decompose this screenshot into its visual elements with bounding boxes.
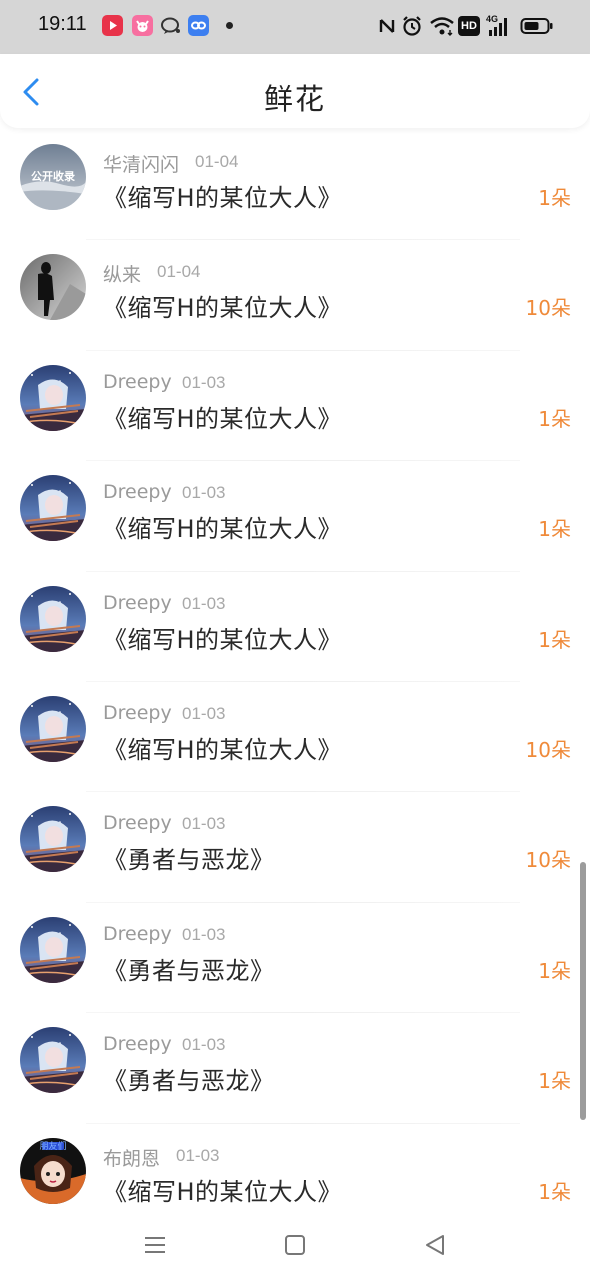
back-triangle-icon[interactable] <box>422 1232 448 1258</box>
avatar[interactable] <box>20 475 86 542</box>
list-item[interactable]: Dreepy 01-03 《缩写H的某位大人》 1朵 <box>0 572 590 683</box>
work-title[interactable]: 《缩写H的某位大人》 <box>103 178 342 213</box>
avatar[interactable] <box>20 806 86 873</box>
system-nav-bar <box>0 1212 590 1280</box>
nfc-icon <box>378 14 396 38</box>
flower-count: 1朵 <box>538 1069 571 1094</box>
work-title[interactable]: 《缩写H的某位大人》 <box>103 288 342 323</box>
user-name[interactable]: Dreepy <box>103 812 172 834</box>
date: 01-03 <box>182 593 226 613</box>
date: 01-03 <box>182 483 226 503</box>
work-title[interactable]: 《缩写H的某位大人》 <box>103 399 342 434</box>
avatar[interactable] <box>20 364 86 431</box>
list-item[interactable]: 公开收录 华清闪闪 01-04 《缩写H的某位大人》 1朵 <box>0 130 590 241</box>
status-time: 19:11 <box>38 13 87 35</box>
list-item[interactable]: 纵来 01-04 《缩写H的某位大人》 10朵 <box>0 240 590 352</box>
user-name[interactable]: 华清闪闪 <box>103 150 179 177</box>
work-title[interactable]: 《缩写H的某位大人》 <box>103 1172 342 1207</box>
date: 01-03 <box>182 703 226 723</box>
menu-icon[interactable] <box>142 1232 168 1258</box>
dot-icon <box>226 22 233 29</box>
work-title[interactable]: 《缩写H的某位大人》 <box>103 620 342 655</box>
chat-bubble-icon <box>160 15 181 36</box>
avatar[interactable] <box>20 585 86 652</box>
list-item[interactable]: Dreepy 01-03 《缩写H的某位大人》 1朵 <box>0 351 590 462</box>
flower-count: 10朵 <box>525 737 571 762</box>
avatar[interactable] <box>20 695 86 762</box>
alarm-icon <box>401 14 423 38</box>
video-app-icon <box>102 15 123 36</box>
list-item[interactable]: Dreepy 01-03 《勇者与恶龙》 10朵 <box>0 792 590 904</box>
date: 01-03 <box>182 814 226 834</box>
date: 01-04 <box>157 262 201 282</box>
flower-count: 1朵 <box>538 517 571 542</box>
user-name[interactable]: 纵来 <box>103 260 141 287</box>
work-title[interactable]: 《勇者与恶龙》 <box>103 951 275 986</box>
work-title[interactable]: 《勇者与恶龙》 <box>103 1061 275 1096</box>
battery-icon <box>520 14 554 38</box>
list-item[interactable]: Dreepy 01-03 《勇者与恶龙》 1朵 <box>0 1013 590 1124</box>
avatar-text: 朋友们 <box>39 1141 67 1152</box>
work-title[interactable]: 《勇者与恶龙》 <box>103 840 275 875</box>
header: 鲜花 <box>0 54 590 128</box>
hd-icon: HD <box>458 16 480 36</box>
user-name[interactable]: Dreepy <box>103 371 172 393</box>
home-square-icon[interactable] <box>282 1232 308 1258</box>
avatar[interactable] <box>20 1027 86 1094</box>
user-name[interactable]: Dreepy <box>103 702 172 724</box>
user-name[interactable]: Dreepy <box>103 481 172 503</box>
user-name[interactable]: Dreepy <box>103 592 172 614</box>
flower-count: 10朵 <box>525 296 571 321</box>
flower-count: 10朵 <box>525 848 571 873</box>
avatar[interactable] <box>20 916 86 983</box>
flower-count: 1朵 <box>538 627 571 652</box>
flower-count: 1朵 <box>538 186 571 210</box>
flower-count: 1朵 <box>538 958 571 983</box>
date: 01-03 <box>176 1145 220 1165</box>
user-name[interactable]: Dreepy <box>103 923 172 945</box>
pink-app-icon <box>132 15 153 36</box>
status-bar: 19:11 HD 4G <box>0 0 590 54</box>
avatar[interactable] <box>20 254 86 321</box>
page-title: 鲜花 <box>263 82 326 116</box>
date: 01-03 <box>182 924 226 944</box>
user-name[interactable]: Dreepy <box>103 1033 172 1055</box>
link-app-icon <box>188 15 209 36</box>
list-item[interactable]: Dreepy 01-03 《勇者与恶龙》 1朵 <box>0 903 590 1014</box>
date: 01-04 <box>195 152 239 171</box>
avatar[interactable]: 公开收录 <box>20 144 86 210</box>
date: 01-03 <box>182 1035 226 1055</box>
list-item[interactable]: Dreepy 01-03 《缩写H的某位大人》 1朵 <box>0 461 590 572</box>
work-title[interactable]: 《缩写H的某位大人》 <box>103 509 342 544</box>
flower-count: 1朵 <box>538 406 571 431</box>
avatar-text: 公开收录 <box>31 170 75 183</box>
date: 01-03 <box>182 372 226 392</box>
avatar[interactable]: 朋友们 <box>20 1137 86 1204</box>
wifi-icon <box>429 14 455 38</box>
user-name[interactable]: 布朗恩 <box>103 1144 160 1171</box>
list-item[interactable]: Dreepy 01-03 《缩写H的某位大人》 10朵 <box>0 682 590 793</box>
flower-count: 1朵 <box>538 1179 571 1204</box>
flower-list: 公开收录 华清闪闪 01-04 《缩写H的某位大人》 1朵 纵来 01-04 《缩写H的某位… <box>0 130 590 1235</box>
work-title[interactable]: 《缩写H的某位大人》 <box>103 730 342 765</box>
scrollbar[interactable] <box>580 862 586 1120</box>
